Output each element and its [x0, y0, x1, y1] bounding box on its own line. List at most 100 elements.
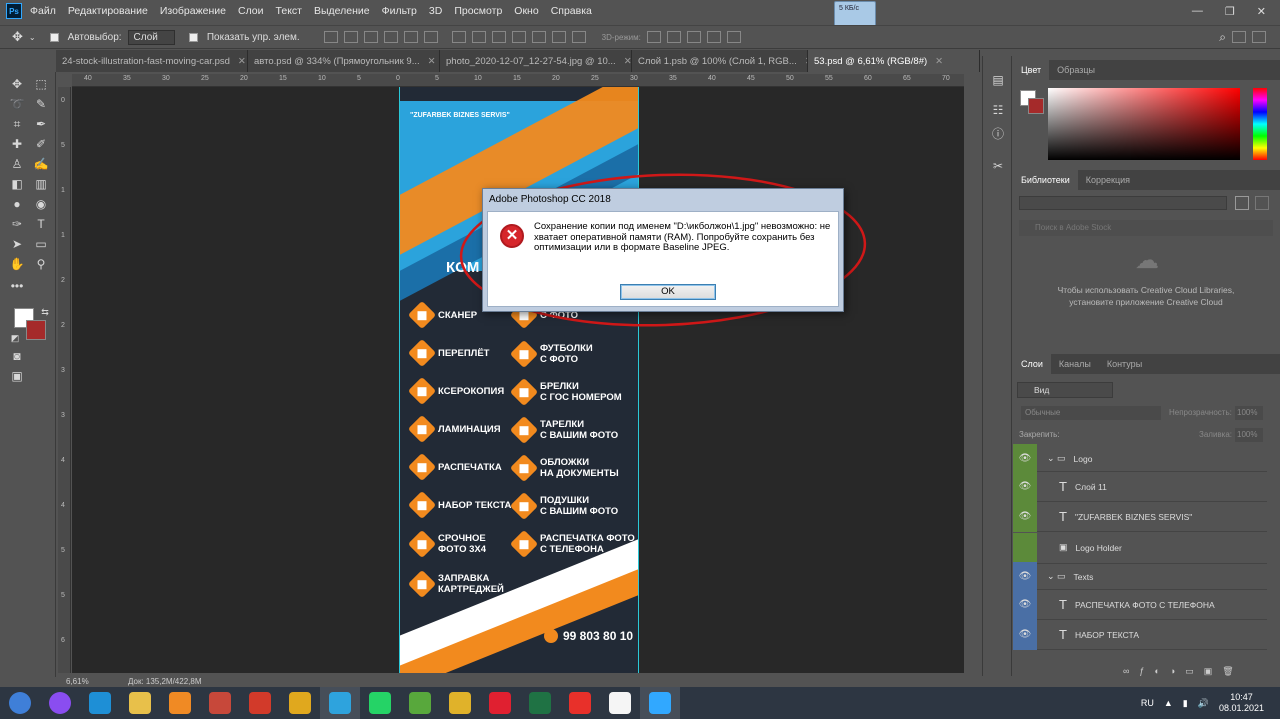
distribute-right-icon[interactable] [551, 31, 566, 43]
fill-input[interactable]: 100% [1235, 428, 1263, 442]
hue-slider[interactable] [1253, 88, 1267, 160]
properties-icon[interactable]: ☷ [989, 102, 1007, 118]
visibility-eye-icon[interactable]: 👁 [1013, 501, 1037, 532]
taskbar-photoshop-icon[interactable] [640, 687, 680, 719]
network-icon[interactable]: ▮ [1183, 698, 1188, 709]
distribute-top-icon[interactable] [451, 31, 466, 43]
3d-roll-icon[interactable] [666, 31, 681, 43]
tab-swatches[interactable]: Образцы [1049, 60, 1103, 80]
gradient-tool-icon[interactable]: ▥ [32, 176, 50, 192]
eyedropper-tool-icon[interactable]: ✒ [32, 116, 50, 132]
taskbar-ie-icon[interactable] [80, 687, 120, 719]
default-colors-icon[interactable]: ◩ [6, 330, 24, 346]
brush-tool-icon[interactable]: ✐ [32, 136, 50, 152]
background-color-swatch[interactable] [26, 320, 46, 340]
menu-item-3d[interactable]: 3D [429, 5, 442, 17]
close-icon[interactable]: ✕ [428, 56, 436, 67]
taskbar-utorrent-icon[interactable] [400, 687, 440, 719]
autoselect-checkbox[interactable] [49, 32, 59, 42]
opacity-input[interactable]: 100% [1235, 406, 1263, 420]
close-icon[interactable]: ✕ [1257, 5, 1266, 18]
type-tool-icon[interactable]: T [32, 216, 50, 232]
menu-item-view[interactable]: Просмотр [454, 5, 502, 17]
auto-align-icon[interactable] [571, 31, 586, 43]
lasso-tool-icon[interactable]: ➰ [8, 96, 26, 112]
layer-row[interactable]: ▣ Logo Holder [1013, 532, 1267, 564]
taskbar-telegram-icon[interactable] [320, 687, 360, 719]
crop-tool-icon[interactable]: ⌗ [8, 116, 26, 132]
menu-item-filter[interactable]: Фильтр [382, 5, 417, 17]
menu-item-file[interactable]: Файл [30, 5, 56, 17]
taskbar-flash-icon[interactable] [240, 687, 280, 719]
more-tools-icon[interactable]: ••• [8, 278, 26, 294]
network-speed-widget[interactable]: 5 КБ/с [834, 1, 876, 27]
menu-item-image[interactable]: Изображение [160, 5, 226, 17]
zoom-readout[interactable]: 6,61% [66, 677, 89, 686]
align-right-icon[interactable] [423, 31, 438, 43]
align-top-icon[interactable] [323, 31, 338, 43]
list-view-icon[interactable] [1255, 196, 1269, 210]
menu-item-edit[interactable]: Редактирование [68, 5, 148, 17]
language-indicator[interactable]: RU [1141, 698, 1154, 708]
bg-color-chip[interactable] [1028, 98, 1044, 114]
history-brush-tool-icon[interactable]: ✍ [32, 156, 50, 172]
tab-doc-active[interactable]: 53.psd @ 6,61% (RGB/8#) ✕ [808, 50, 980, 72]
quick-mask-icon[interactable]: ◙ [8, 348, 26, 364]
stamp-tool-icon[interactable]: ♙ [8, 156, 26, 172]
show-hidden-icons-icon[interactable]: ▲ [1164, 698, 1173, 708]
align-left-icon[interactable] [383, 31, 398, 43]
tab-paths[interactable]: Контуры [1099, 354, 1150, 374]
distribute-center-icon[interactable] [531, 31, 546, 43]
3d-rotate-icon[interactable] [646, 31, 661, 43]
visibility-eye-icon[interactable] [1013, 532, 1037, 563]
layer-row[interactable]: 👁 T РАСПЕЧАТКА ФОТО С ТЕЛЕФОНА [1013, 589, 1267, 620]
menu-item-help[interactable]: Справка [551, 5, 592, 17]
search-icon[interactable]: ⌕ [1219, 30, 1226, 45]
taskbar-whatsapp-icon[interactable] [360, 687, 400, 719]
layers-footer-icons[interactable]: ∞ƒ◐◑▭▣🗑 [1013, 666, 1280, 678]
distribute-bottom-icon[interactable] [491, 31, 506, 43]
move-tool-icon[interactable]: ✥ [12, 29, 23, 45]
autoselect-select[interactable]: Слой [127, 29, 175, 45]
visibility-eye-icon[interactable]: 👁 [1013, 619, 1037, 650]
distribute-left-icon[interactable] [511, 31, 526, 43]
taskbar-media-icon[interactable] [160, 687, 200, 719]
close-icon[interactable]: ✕ [935, 56, 943, 67]
menu-item-select[interactable]: Выделение [314, 5, 370, 17]
path-select-tool-icon[interactable]: ➤ [8, 236, 26, 252]
menu-item-layers[interactable]: Слои [238, 5, 264, 17]
3d-scale-icon[interactable] [726, 31, 741, 43]
layer-row[interactable]: 👁 T НАБОР ТЕКСТА [1013, 619, 1267, 650]
hand-tool-icon[interactable]: ✋ [8, 256, 26, 272]
distribute-middle-icon[interactable] [471, 31, 486, 43]
show-controls-checkbox[interactable] [188, 32, 198, 42]
layer-row[interactable]: 👁 ⌄ ▭ Logo [1013, 443, 1267, 474]
move-tool-icon[interactable]: ✥ [8, 76, 26, 92]
ok-button[interactable]: OK [620, 284, 716, 300]
tab-doc-2[interactable]: авто.psd @ 334% (Прямоугольник 9... ✕ [248, 50, 440, 72]
close-icon[interactable]: ✕ [624, 56, 631, 67]
tab-doc-4[interactable]: Слой 1.psb @ 100% (Слой 1, RGB...✕ [632, 50, 808, 72]
menu-item-window[interactable]: Окно [514, 5, 538, 17]
tools-settings-icon[interactable]: ✂ [989, 158, 1007, 174]
taskbar-yandex-icon[interactable] [560, 687, 600, 719]
align-bottom-icon[interactable] [363, 31, 378, 43]
blur-tool-icon[interactable]: ● [8, 196, 26, 212]
info-icon[interactable]: ⓘ [989, 126, 1007, 142]
taskbar-explorer-icon[interactable] [120, 687, 160, 719]
layer-filter-select[interactable]: Вид [1017, 382, 1113, 398]
taskbar-archicad-icon[interactable] [280, 687, 320, 719]
pen-tool-icon[interactable]: ✑ [8, 216, 26, 232]
close-icon[interactable]: ✕ [238, 56, 246, 67]
3d-slide-icon[interactable] [706, 31, 721, 43]
align-middle-icon[interactable] [343, 31, 358, 43]
stock-search-input[interactable]: Поиск в Adobe Stock [1019, 220, 1273, 236]
minimize-icon[interactable]: — [1192, 5, 1203, 18]
taskbar-opera-icon[interactable] [480, 687, 520, 719]
layer-row[interactable]: 👁 ⌄ ▭ Texts [1013, 561, 1267, 592]
tab-layers[interactable]: Слои [1013, 354, 1051, 374]
healing-tool-icon[interactable]: ✚ [8, 136, 26, 152]
zoom-tool-icon[interactable]: ⚲ [32, 256, 50, 272]
visibility-eye-icon[interactable]: 👁 [1013, 589, 1037, 620]
blend-mode-select[interactable]: Обычные [1021, 406, 1161, 420]
